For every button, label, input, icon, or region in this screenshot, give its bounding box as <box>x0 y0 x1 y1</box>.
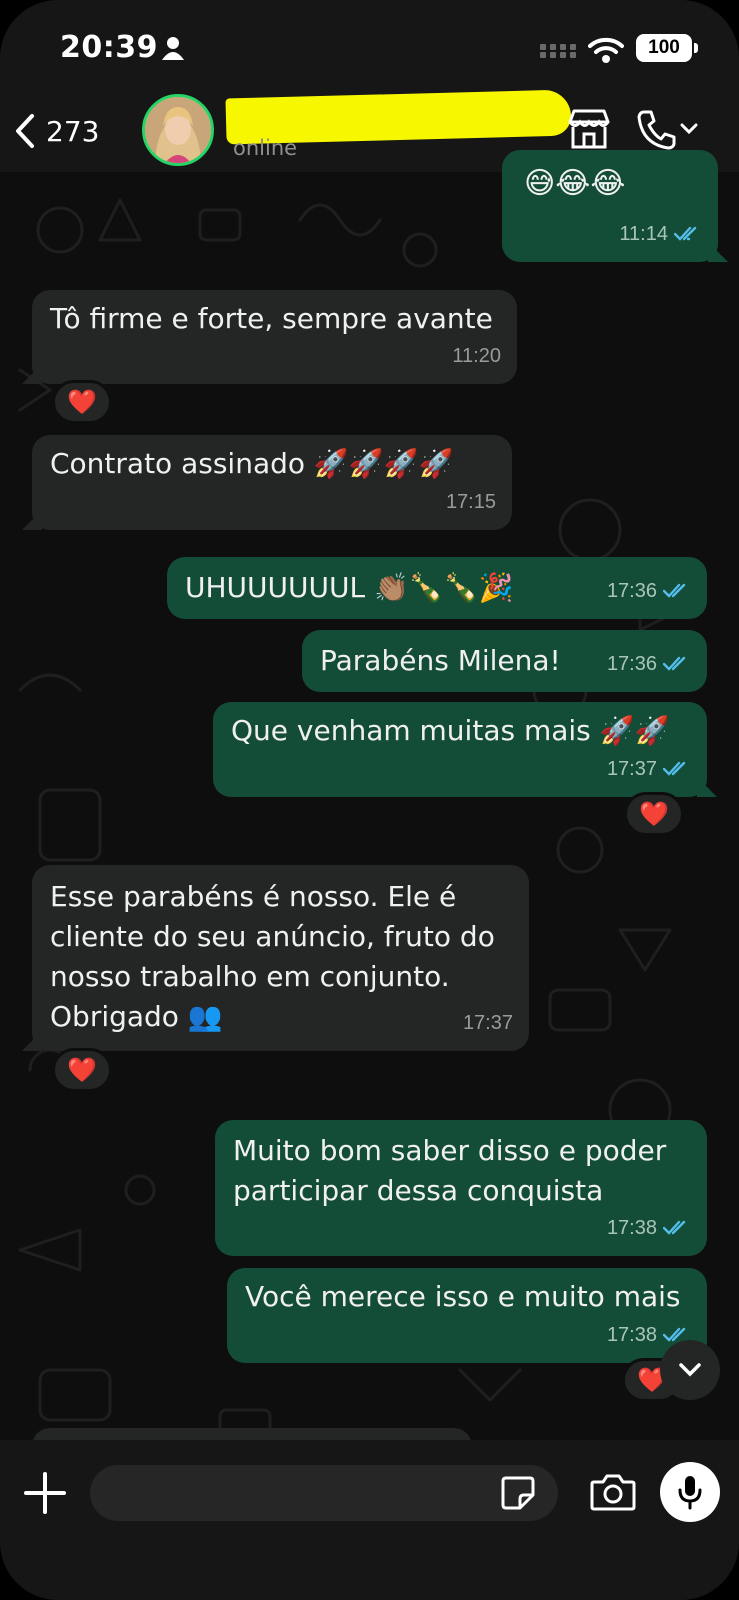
message-time: 17:38 <box>606 1324 657 1346</box>
message-bubble-outgoing[interactable]: Muito bom saber disso e poder participar… <box>215 1120 707 1256</box>
bubble-tail <box>708 242 728 262</box>
plus-icon[interactable] <box>22 1470 68 1516</box>
status-time: 20:39 <box>60 30 158 65</box>
message-input[interactable] <box>90 1465 558 1521</box>
wifi-icon <box>588 37 624 63</box>
message-time: 11:20 <box>452 345 501 367</box>
message-meta: 17:15 <box>446 482 496 522</box>
message-bubble-outgoing[interactable]: UHUUUUUUL 👏🏽🍾🍾🎉 17:36 <box>167 557 707 619</box>
contact-avatar[interactable] <box>142 94 214 166</box>
message-bubble-outgoing[interactable]: Você merece isso e muito mais 17:38 <box>227 1268 707 1363</box>
camera-icon[interactable] <box>590 1472 636 1512</box>
message-bubble-incoming[interactable]: Esse parabéns é nosso. Ele é cliente do … <box>22 865 529 1051</box>
person-icon <box>162 37 184 60</box>
chevron-down-icon <box>679 1363 701 1377</box>
message-meta: 17:36 <box>607 571 691 611</box>
chevron-down-icon <box>680 123 698 135</box>
bubble-tail <box>22 510 42 530</box>
message-text: Contrato assinado 🚀🚀🚀🚀 <box>50 447 454 480</box>
message-time: 17:37 <box>462 1012 513 1034</box>
bubble-tail <box>22 1031 42 1051</box>
message-bubble-outgoing[interactable]: Parabéns Milena! 17:36 <box>302 630 707 692</box>
message-bubble-incoming[interactable]: Tô firme e forte, sempre avante 11:20 <box>22 290 517 384</box>
reaction-heart[interactable]: ❤️ <box>52 1048 112 1092</box>
microphone-icon <box>678 1476 702 1510</box>
read-receipt-icon <box>663 583 686 598</box>
message-meta: 17:38 <box>607 1208 691 1248</box>
message-text: Muito bom saber disso e poder participar… <box>233 1134 667 1207</box>
call-button[interactable] <box>636 108 698 150</box>
scroll-to-bottom-button[interactable] <box>660 1340 720 1400</box>
contact-status: online <box>233 136 298 160</box>
message-text: Você merece isso e muito mais <box>245 1280 681 1313</box>
read-receipt-icon <box>663 761 686 776</box>
message-bubble-outgoing[interactable]: Que venham muitas mais 🚀🚀 17:37 <box>213 702 717 797</box>
store-icon[interactable] <box>566 108 612 150</box>
message-bubble-incoming[interactable]: Contrato assinado 🚀🚀🚀🚀 17:15 <box>22 435 512 530</box>
read-receipt-icon <box>663 1220 686 1235</box>
chevron-left-icon <box>16 114 34 148</box>
message-text: Esse parabéns é nosso. Ele é cliente do … <box>50 880 495 1033</box>
sticker-icon[interactable] <box>500 1475 536 1511</box>
message-text: Que venham muitas mais 🚀🚀 <box>231 714 670 747</box>
read-receipt-icon <box>674 226 697 241</box>
battery-indicator: 100 <box>636 34 698 62</box>
bubble-tail <box>22 364 42 384</box>
read-receipt-icon <box>663 656 686 671</box>
message-text: Tô firme e forte, sempre avante <box>50 302 493 335</box>
unread-count: 273 <box>46 114 100 148</box>
microphone-button[interactable] <box>660 1462 720 1522</box>
message-meta: 11:20 <box>452 336 501 376</box>
message-bubble-outgoing[interactable]: 😅😂😂 11:14 <box>502 150 728 262</box>
cellular-signal-icon <box>540 44 576 58</box>
bubble-tail <box>697 777 717 797</box>
message-meta: 17:37 <box>607 749 691 789</box>
message-composer <box>0 1440 739 1600</box>
message-time: 17:15 <box>445 491 496 513</box>
reaction-heart[interactable]: ❤️ <box>624 792 684 836</box>
message-meta: 17:36 <box>607 644 691 684</box>
phone-screen: 20:39 100 273 online 😅😂😂 11:14 Tô firme … <box>0 0 739 1600</box>
message-time: 17:38 <box>606 1217 657 1239</box>
reaction-heart[interactable]: ❤️ <box>52 380 112 424</box>
message-time: 17:37 <box>606 758 657 780</box>
message-text: 😅😂😂 <box>524 166 626 201</box>
back-button[interactable]: 273 <box>14 108 124 154</box>
message-text: Parabéns Milena! <box>320 644 561 677</box>
message-time: 17:36 <box>606 580 657 602</box>
message-time: 11:14 <box>619 223 668 245</box>
phone-icon <box>637 110 676 150</box>
message-meta: 11:14 <box>619 214 702 254</box>
message-text: UHUUUUUUL 👏🏽🍾🍾🎉 <box>185 571 514 604</box>
status-bar: 20:39 100 <box>0 0 739 90</box>
message-time: 17:36 <box>606 653 657 675</box>
message-meta: 17:37 <box>463 1003 513 1043</box>
avatar-photo <box>145 97 211 163</box>
